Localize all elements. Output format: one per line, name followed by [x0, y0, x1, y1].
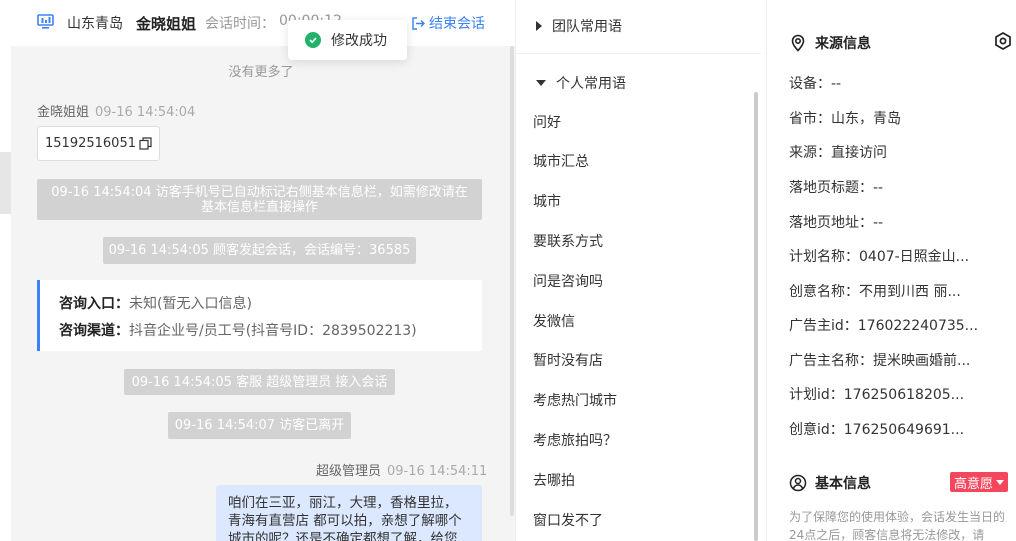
visitor-region: 山东青岛 [67, 16, 123, 32]
no-more-text: 没有更多了 [228, 65, 294, 80]
personal-phrases-group[interactable]: 个人常用语 [536, 73, 626, 93]
source-landing-url: 落地页地址：-- [789, 215, 884, 231]
caret-right-icon [536, 21, 542, 31]
system-note-line: 基本信息栏直接操作 [200, 199, 318, 215]
inquiry-info-card: 咨询入口：未知(暂无入口信息) 咨询渠道：抖音企业号/员工号(抖音号ID：283… [37, 280, 482, 351]
source-info-title: 来源信息 [815, 36, 871, 52]
phrase-item[interactable]: 考虑旅拍吗？ [533, 430, 617, 450]
phrase-item[interactable]: 去哪拍 [533, 470, 575, 490]
intent-level-dropdown[interactable]: 高意愿 [950, 472, 1009, 492]
inquiry-entry-label: 咨询入口： [59, 296, 129, 312]
basic-info-note: 为了保障您的使用体验，会话发生当日的24点之后，顾客信息将无法修改，请 [789, 510, 1006, 541]
agent-message: 咱们在三亚，丽江，大理，香格里拉，青海有直营店 都可以拍，亲想了解哪个城市的呢？… [216, 485, 482, 541]
inquiry-channel-row: 咨询渠道：抖音企业号/员工号(抖音号ID：2839502213) [59, 320, 417, 340]
source-origin: 来源：直接访问 [789, 145, 887, 161]
source-landing-title: 落地页标题：-- [789, 180, 884, 196]
phrase-item[interactable]: 窗口发不了 [533, 510, 603, 530]
phrase-item[interactable]: 问好 [533, 112, 561, 132]
source-creative-name: 创意名称：不用到川西 丽... [789, 284, 961, 300]
success-toast: 修改成功 [288, 20, 407, 60]
team-phrases-group[interactable]: 团队常用语 [536, 16, 622, 36]
visitor-message-meta: 金晓姐姐 09-16 14:54:04 [37, 101, 195, 120]
phone-number: 15192516051 [45, 136, 136, 151]
chat-header: 山东青岛 金晓姐姐 会话时间： 00:00:12 结束会话 [11, 0, 515, 46]
phrase-item[interactable]: 要联系方式 [533, 231, 603, 251]
system-note-phone-marked: 09-16 14:54:04 访客手机号已自动标记右侧基本信息栏，如需修改请在 … [37, 179, 482, 220]
basic-info-heading: 基本信息 [789, 473, 871, 493]
phrase-item[interactable]: 发微信 [533, 311, 575, 331]
visitor-sender: 金晓姐姐 [37, 105, 90, 120]
settings-hex-icon[interactable] [993, 31, 1013, 51]
system-note-line: 09-16 14:54:04 访客手机号已自动标记右侧基本信息栏，如需修改请在 [51, 184, 468, 200]
intent-level-label: 高意愿 [954, 476, 994, 492]
visitor-time: 09-16 14:54:04 [95, 105, 196, 120]
source-info-heading: 来源信息 [789, 33, 871, 53]
inquiry-entry-value: 未知(暂无入口信息) [129, 296, 252, 312]
phrases-panel: 团队常用语 个人常用语 问好 城市汇总 城市 要联系方式 问是咨询吗 发微信 暂… [515, 0, 766, 541]
system-note-session-start: 09-16 14:54:05 顾客发起会话，会话编号：36585 [103, 237, 416, 264]
agent-message-meta: 超级管理员 09-16 14:54:11 [316, 460, 487, 479]
phrase-item[interactable]: 城市 [533, 191, 561, 211]
agent-time: 09-16 14:54:11 [387, 464, 488, 479]
caret-down-icon [536, 80, 546, 86]
chat-panel: 山东青岛 金晓姐姐 会话时间： 00:00:12 结束会话 没有更多了 金晓姐姐… [11, 0, 515, 541]
left-strip-handle[interactable] [0, 152, 11, 214]
system-note-agent-joined: 09-16 14:54:05 客服 超级管理员 接入会话 [124, 369, 395, 395]
phrase-item[interactable]: 考虑热门城市 [533, 390, 617, 410]
caret-down-icon [996, 479, 1005, 485]
location-pin-icon [791, 34, 805, 52]
exit-icon [412, 16, 425, 30]
phrases-scrollbar[interactable] [754, 92, 758, 541]
inquiry-entry-row: 咨询入口：未知(暂无入口信息) [59, 293, 252, 313]
check-circle-icon [305, 32, 321, 48]
source-plan-id: 计划id：176250618205... [789, 387, 965, 403]
agent-sender: 超级管理员 [316, 464, 382, 479]
monitor-icon [37, 14, 54, 29]
source-advertiser-id: 广告主id：176022240735... [789, 318, 979, 334]
phrase-item[interactable]: 问是咨询吗 [533, 271, 603, 291]
left-strip [0, 0, 11, 541]
team-phrases-label: 团队常用语 [552, 19, 622, 35]
end-session-label: 结束会话 [429, 16, 485, 32]
inquiry-channel-value: 抖音企业号/员工号(抖音号ID：2839502213) [129, 323, 417, 339]
phone-message[interactable]: 15192516051 [37, 126, 160, 161]
personal-phrases-label: 个人常用语 [556, 76, 626, 92]
divider [516, 53, 761, 54]
source-device: 设备：-- [789, 76, 842, 92]
basic-info-title: 基本信息 [815, 476, 871, 492]
session-time-label: 会话时间： [205, 16, 275, 32]
source-plan-name: 计划名称：0407-日照金山... [789, 249, 970, 265]
visitor-name: 金晓姐姐 [136, 15, 197, 33]
system-note-visitor-left: 09-16 14:54:07 访客已离开 [168, 412, 351, 439]
visitor-info-panel: 来源信息 设备：-- 省市：山东，青岛 来源：直接访问 落地页标题：-- 落地页… [766, 0, 1016, 541]
source-creative-id: 创意id：176250649691... [789, 422, 965, 438]
inquiry-channel-label: 咨询渠道： [59, 323, 129, 339]
chat-scrollbar[interactable] [510, 46, 514, 516]
end-session-button[interactable]: 结束会话 [411, 13, 485, 33]
phrase-item[interactable]: 暂时没有店 [533, 350, 603, 370]
source-advertiser-name: 广告主名称：提米映画婚前... [789, 353, 971, 369]
source-province-city: 省市：山东，青岛 [789, 111, 901, 127]
copy-icon[interactable] [139, 137, 152, 150]
phrase-item[interactable]: 城市汇总 [533, 151, 589, 171]
user-circle-icon [789, 474, 807, 492]
toast-message: 修改成功 [331, 33, 387, 49]
